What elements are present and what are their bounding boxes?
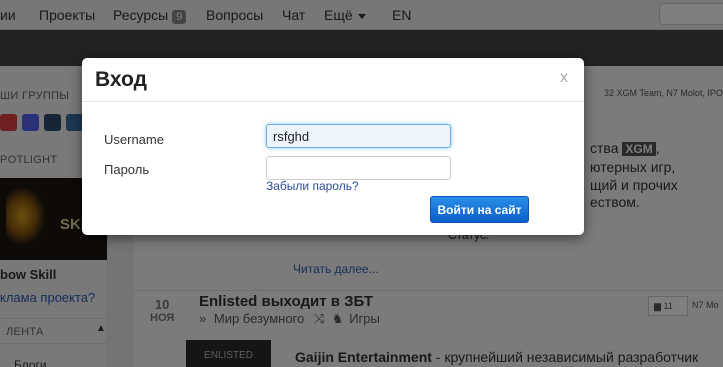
modal-title: Вход	[95, 68, 147, 91]
login-modal: Вход x Username Пароль Забыли пароль? Во…	[82, 58, 584, 235]
modal-header: Вход x	[82, 58, 584, 102]
close-icon[interactable]: x	[560, 69, 568, 87]
password-label: Пароль	[104, 162, 150, 177]
forgot-password-link[interactable]: Забыли пароль?	[266, 179, 359, 193]
username-input[interactable]	[266, 124, 451, 148]
username-label: Username	[104, 132, 164, 147]
login-submit-button[interactable]: Войти на сайт	[430, 196, 529, 223]
password-input[interactable]	[266, 156, 451, 180]
